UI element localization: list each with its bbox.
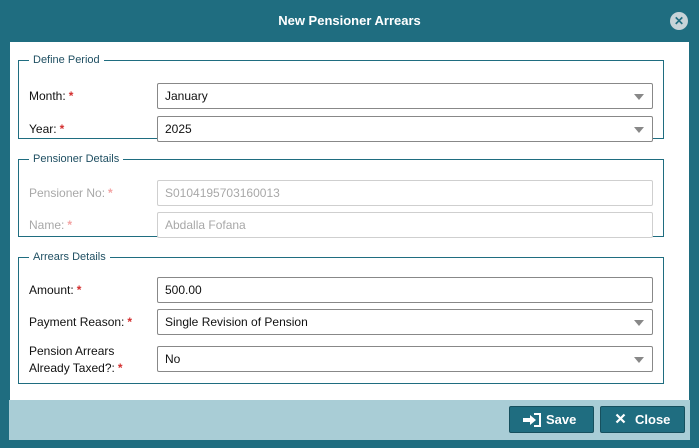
- amount-input[interactable]: 500.00: [157, 277, 653, 303]
- month-value: January: [165, 89, 208, 103]
- month-row: Month: * January: [29, 83, 653, 109]
- amount-value: 500.00: [165, 283, 202, 297]
- payment-reason-value: Single Revision of Pension: [165, 315, 308, 329]
- payment-reason-select[interactable]: Single Revision of Pension: [157, 309, 653, 335]
- close-label: Close: [635, 412, 671, 427]
- pensioner-no-label: Pensioner No: *: [29, 186, 113, 200]
- required-marker: *: [127, 315, 133, 329]
- amount-label: Amount: *: [29, 283, 82, 297]
- already-taxed-label: Pension Arrears Already Taxed?: *: [29, 344, 123, 375]
- name-label: Name: *: [29, 218, 73, 232]
- close-button[interactable]: Close: [600, 406, 685, 433]
- pensioner-no-row: Pensioner No: * S0104195703160013: [29, 180, 653, 206]
- year-label: Year: *: [29, 122, 65, 136]
- required-marker: *: [68, 89, 74, 103]
- required-marker: *: [108, 186, 113, 200]
- amount-row: Amount: * 500.00: [29, 277, 653, 303]
- name-value: Abdalla Fofana: [165, 218, 246, 232]
- new-pensioner-arrears-dialog: New Pensioner Arrears ✕ Define Period Mo…: [0, 0, 699, 448]
- chevron-down-icon[interactable]: [634, 127, 644, 133]
- payment-reason-label: Payment Reason: *: [29, 315, 133, 329]
- already-taxed-value: No: [165, 352, 181, 366]
- name-row: Name: * Abdalla Fofana: [29, 212, 653, 238]
- arrears-details-legend: Arrears Details: [33, 251, 106, 263]
- required-marker: *: [59, 122, 65, 136]
- name-field: Abdalla Fofana: [157, 212, 653, 238]
- define-period-group: Define Period Month: * January Year: * 202…: [18, 54, 664, 142]
- payment-reason-row: Payment Reason: * Single Revision of Pens…: [29, 309, 653, 335]
- arrears-details-group: Arrears Details Amount: * 500.00 Payment …: [18, 251, 664, 384]
- already-taxed-select[interactable]: No: [157, 346, 653, 372]
- already-taxed-row: Pension Arrears Already Taxed?: * No: [29, 343, 653, 379]
- define-period-legend: Define Period: [33, 54, 100, 66]
- dialog-footer: Save Close: [9, 400, 690, 440]
- pensioner-details-legend: Pensioner Details: [33, 153, 120, 165]
- close-icon: [615, 413, 626, 424]
- month-select[interactable]: January: [157, 83, 653, 109]
- save-button[interactable]: Save: [509, 406, 594, 433]
- year-value: 2025: [165, 122, 192, 136]
- chevron-down-icon[interactable]: [634, 320, 644, 326]
- pensioner-details-group: Pensioner Details Pensioner No: * S010419…: [18, 153, 664, 238]
- sign-in-icon: [523, 413, 541, 427]
- required-marker: *: [67, 218, 73, 232]
- pensioner-no-field: S0104195703160013: [157, 180, 653, 206]
- required-marker: *: [76, 283, 82, 297]
- dialog-titlebar: New Pensioner Arrears ✕: [1, 1, 698, 41]
- chevron-down-icon[interactable]: [634, 94, 644, 100]
- pensioner-no-value: S0104195703160013: [165, 186, 280, 200]
- close-icon[interactable]: ✕: [670, 12, 688, 30]
- dialog-title: New Pensioner Arrears: [278, 13, 421, 28]
- year-select[interactable]: 2025: [157, 116, 653, 142]
- save-label: Save: [546, 412, 577, 427]
- chevron-down-icon[interactable]: [634, 357, 644, 363]
- dialog-body: Define Period Month: * January Year: * 202…: [9, 41, 690, 401]
- required-marker: *: [117, 361, 123, 375]
- year-row: Year: * 2025: [29, 116, 653, 142]
- month-label: Month: *: [29, 89, 74, 103]
